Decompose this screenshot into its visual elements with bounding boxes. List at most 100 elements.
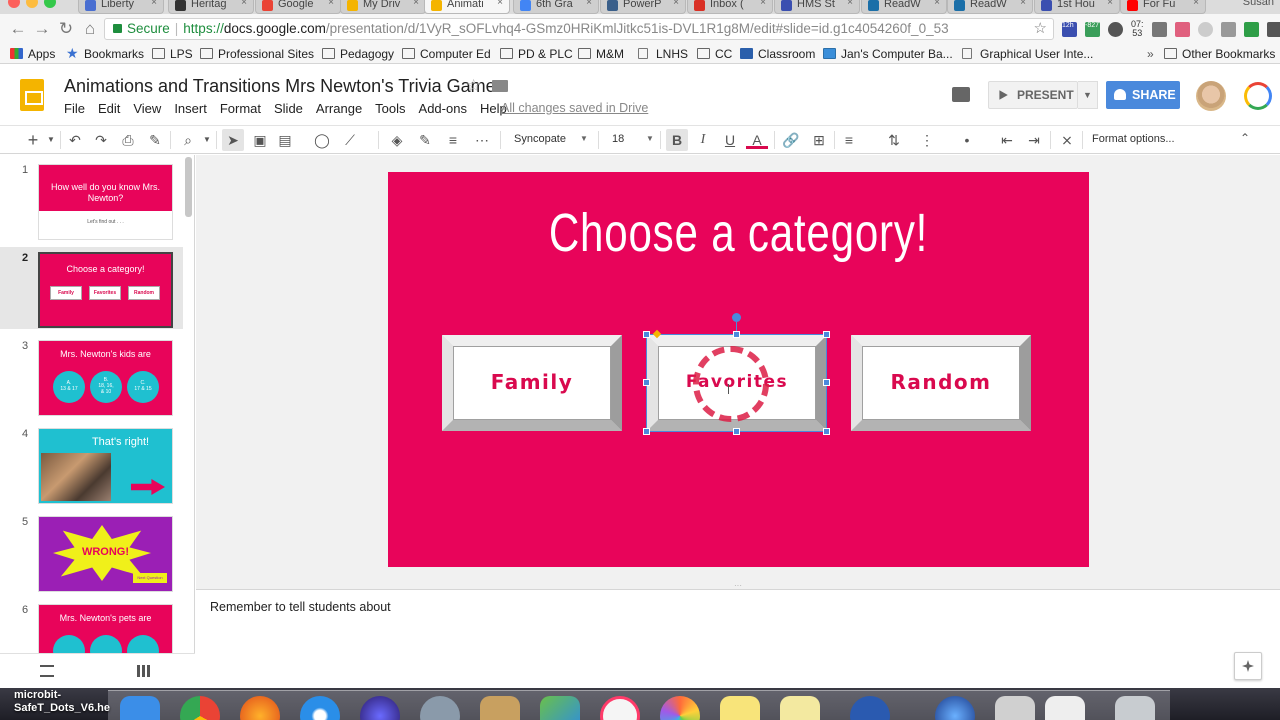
notes-resize-handle[interactable]: ···: [196, 582, 1280, 590]
speaker-notes-text[interactable]: Remember to tell students about: [210, 600, 391, 614]
back-icon[interactable]: ←: [8, 19, 28, 39]
family-button[interactable]: Family: [442, 335, 622, 431]
slide-thumbnail-3[interactable]: 3 Mrs. Newton's kids are A. 13 & 17 B. 1…: [0, 335, 183, 417]
menu-format[interactable]: Format: [220, 101, 261, 116]
bookmark-item[interactable]: LNHS: [638, 46, 688, 62]
close-tab-icon[interactable]: ×: [328, 0, 334, 8]
bookmark-item[interactable]: Jan's Computer Ba...: [823, 46, 953, 62]
selection-box[interactable]: [646, 334, 827, 432]
grid-view-icon[interactable]: [137, 665, 151, 677]
desktop-file-label[interactable]: microbit- SafeT_Dots_V6.he: [14, 689, 110, 715]
finder-icon[interactable]: [120, 696, 160, 720]
url-input[interactable]: Secure | https://docs.google.com/presentat…: [104, 18, 1054, 40]
border-weight-icon[interactable]: ≡: [442, 129, 464, 151]
close-tab-icon[interactable]: ×: [760, 0, 766, 8]
menu-add-ons[interactable]: Add-ons: [419, 101, 467, 116]
close-window-button[interactable]: [8, 0, 20, 8]
link-icon[interactable]: 🔗: [780, 129, 802, 151]
comments-icon[interactable]: [952, 87, 970, 102]
browser-tab[interactable]: PowerP ×: [600, 0, 686, 14]
italic-icon[interactable]: I: [692, 129, 714, 151]
new-slide-dropdown-icon[interactable]: ▼: [40, 129, 62, 151]
bulleted-list-icon[interactable]: •: [956, 129, 978, 151]
bookmark-item[interactable]: CC: [697, 46, 732, 62]
bookmarks-overflow-button[interactable]: »: [1147, 46, 1154, 62]
browser-tab[interactable]: Liberty ×: [78, 0, 164, 14]
browser-tab[interactable]: Google ×: [255, 0, 341, 14]
print-icon[interactable]: ⎙: [117, 129, 139, 151]
slide-title[interactable]: Choose a category!: [465, 202, 1012, 264]
slide-thumbnail-4[interactable]: 4 That's right!: [0, 423, 183, 505]
bookmark-item[interactable]: Pedagogy: [322, 46, 394, 62]
avatar[interactable]: [1196, 81, 1226, 111]
comment-icon[interactable]: ⊞: [808, 129, 830, 151]
align-icon[interactable]: ≡: [838, 129, 860, 151]
select-icon[interactable]: ➤: [222, 129, 244, 151]
other-bookmarks-folder[interactable]: Other Bookmarks: [1164, 46, 1275, 62]
line-icon[interactable]: ⟋: [339, 129, 361, 151]
text-color-icon[interactable]: A: [746, 129, 768, 149]
font-size-dropdown-icon[interactable]: ▼: [646, 134, 654, 143]
format-options-button[interactable]: Format options...: [1092, 133, 1175, 145]
bookmark-star-icon[interactable]: ☆: [1034, 19, 1047, 39]
bookmark-item[interactable]: Computer Ed: [402, 46, 491, 62]
paint-format-icon[interactable]: ✎: [144, 129, 166, 151]
close-tab-icon[interactable]: ×: [1020, 0, 1026, 8]
close-tab-icon[interactable]: ×: [241, 0, 247, 8]
bookmark-item[interactable]: PD & PLC: [500, 46, 573, 62]
close-tab-icon[interactable]: ×: [934, 0, 940, 8]
download-stack-icon[interactable]: [1045, 696, 1085, 720]
resize-handle-e[interactable]: [823, 379, 830, 386]
border-dash-icon[interactable]: ⋯: [471, 129, 493, 151]
browser-tab[interactable]: 6th Gra ×: [513, 0, 599, 14]
close-tab-icon[interactable]: ×: [1193, 0, 1199, 8]
increase-indent-icon[interactable]: ⇥: [1023, 129, 1045, 151]
resize-handle-s[interactable]: [733, 428, 740, 435]
zoom-dropdown-icon[interactable]: ▼: [196, 129, 218, 151]
save-status[interactable]: All changes saved in Drive: [501, 101, 648, 115]
circle-extension-icon[interactable]: [1197, 21, 1213, 37]
browser-tab[interactable]: ReadW ×: [947, 0, 1033, 14]
profile-name[interactable]: Susan: [1243, 0, 1274, 8]
rotate-handle[interactable]: [732, 313, 741, 322]
cast-extension-icon[interactable]: [1243, 21, 1259, 37]
bookmark-item[interactable]: Professional Sites: [200, 46, 314, 62]
close-tab-icon[interactable]: ×: [497, 0, 503, 8]
stickies-icon[interactable]: [780, 696, 820, 720]
bookmark-item[interactable]: M&M: [578, 46, 624, 62]
screencast-extension-icon[interactable]: [1151, 21, 1167, 37]
browser-tab[interactable]: 1st Hou ×: [1034, 0, 1120, 14]
share-button[interactable]: SHARE: [1106, 81, 1180, 109]
present-dropdown-chevron-icon[interactable]: ▼: [1078, 81, 1098, 109]
resize-handle-se[interactable]: [823, 428, 830, 435]
slide-thumbnail-1[interactable]: 1 How well do you know Mrs. Newton? Let'…: [0, 159, 183, 241]
resize-handle-nw[interactable]: [643, 331, 650, 338]
document-stack-icon[interactable]: [995, 696, 1035, 720]
minimize-window-button[interactable]: [26, 0, 38, 8]
menu-tools[interactable]: Tools: [375, 101, 405, 116]
line-spacing-icon[interactable]: ⇅: [883, 129, 905, 151]
resize-handle-w[interactable]: [643, 379, 650, 386]
shape-icon[interactable]: ◯: [311, 129, 333, 151]
evernote-extension-icon[interactable]: [1108, 21, 1123, 37]
decrease-indent-icon[interactable]: ⇤: [996, 129, 1018, 151]
close-tab-icon[interactable]: ×: [1107, 0, 1113, 8]
resize-handle-ne[interactable]: [823, 331, 830, 338]
browser-tab[interactable]: ReadW ×: [861, 0, 947, 14]
document-title[interactable]: Animations and Transitions Mrs Newton's …: [64, 76, 496, 97]
collapse-toolbar-icon[interactable]: ⌃: [1240, 131, 1250, 145]
bookmark-item[interactable]: Apps: [10, 46, 55, 62]
textbox-icon[interactable]: ▣: [249, 129, 271, 151]
calendar-extension-icon[interactable]: 12h: [1062, 21, 1077, 37]
home-icon[interactable]: ⌂: [80, 19, 100, 39]
redo-icon[interactable]: ↷: [90, 129, 112, 151]
forward-icon[interactable]: →: [32, 19, 52, 39]
close-tab-icon[interactable]: ×: [151, 0, 157, 8]
menu-arrange[interactable]: Arrange: [316, 101, 362, 116]
slide-thumbnail-5[interactable]: 5 WRONG! Next Question: [0, 511, 183, 593]
trash-icon[interactable]: [1115, 696, 1155, 720]
menu-file[interactable]: File: [64, 101, 85, 116]
slide-thumbnail-2[interactable]: 2 Choose a category! Family Favorites Ra…: [0, 247, 183, 329]
gear-extension-icon[interactable]: [1220, 21, 1236, 37]
close-tab-icon[interactable]: ×: [673, 0, 679, 8]
